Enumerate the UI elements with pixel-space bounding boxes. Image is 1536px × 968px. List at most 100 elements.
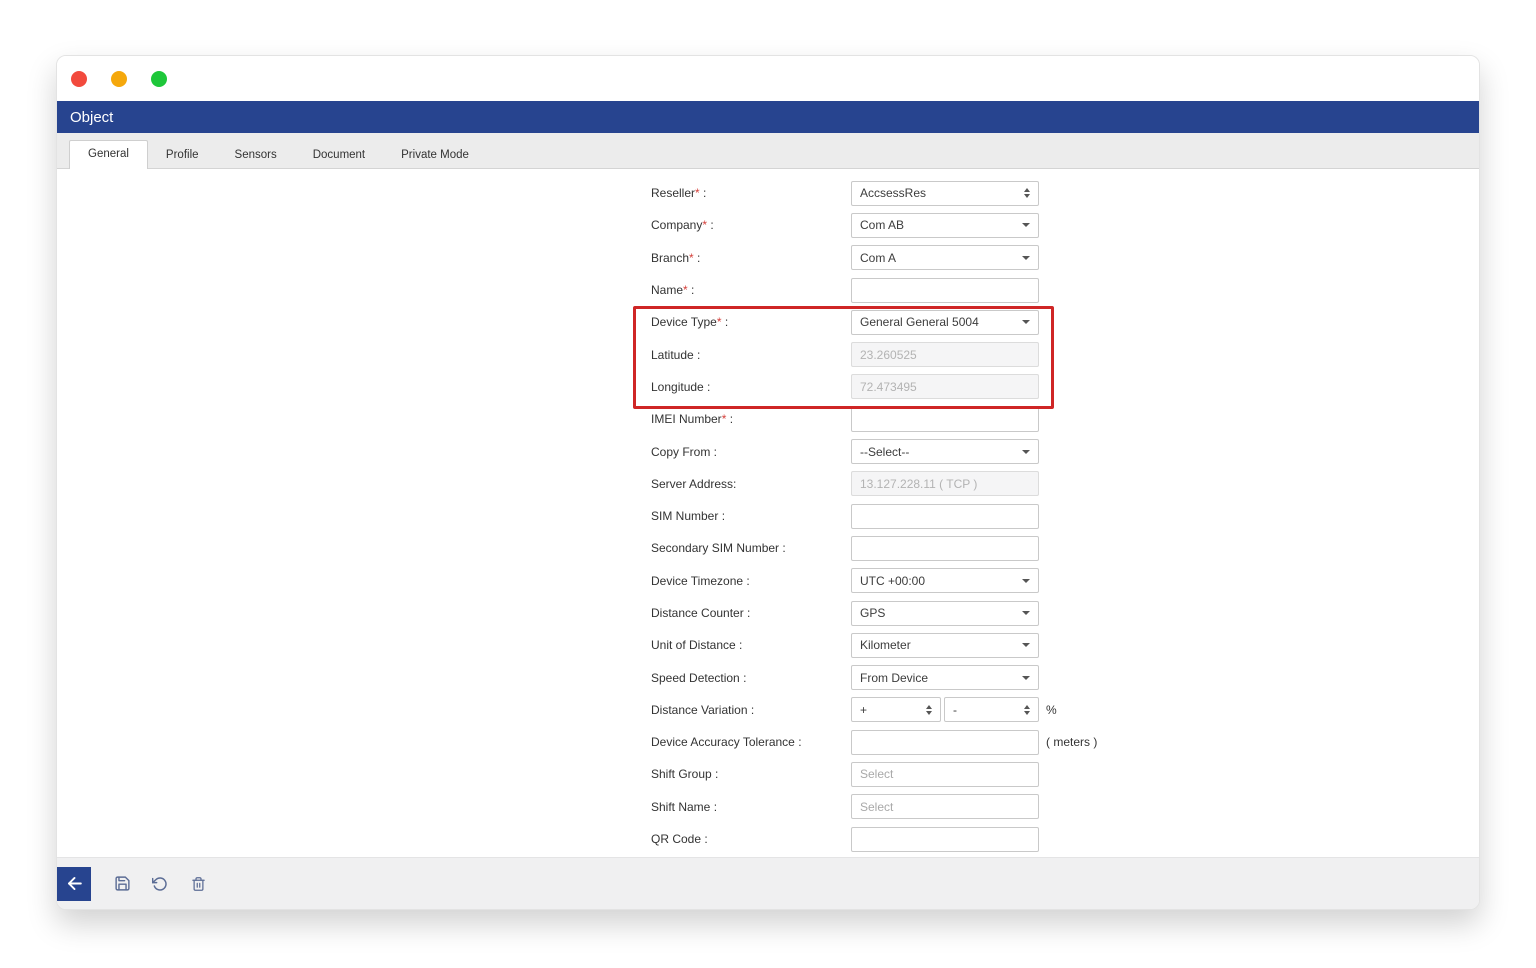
field-suffix: %	[1046, 702, 1057, 717]
field-label: SIM Number :	[651, 509, 726, 524]
mac-titlebar	[57, 56, 1479, 101]
field-label: Distance Counter :	[651, 606, 751, 620]
form-row-shift-name: Shift Name :	[651, 791, 1097, 823]
stepper-icon	[1024, 704, 1030, 716]
trash-icon	[191, 876, 205, 891]
qr-code-input[interactable]	[851, 826, 1039, 852]
toolbar-icons	[103, 875, 217, 892]
form-row-secondary-sim-number: Secondary SIM Number :	[651, 532, 1097, 564]
form-row-qr-code: QR Code :	[651, 823, 1097, 855]
field-label: Device Accuracy Tolerance :	[651, 735, 802, 750]
delete-button[interactable]	[179, 876, 217, 892]
stepper-icon	[1024, 187, 1030, 199]
refresh-icon	[152, 876, 167, 891]
caret-down-icon	[1022, 223, 1030, 228]
tab-sensors[interactable]: Sensors	[217, 142, 295, 168]
sim-number-input[interactable]	[851, 503, 1039, 529]
form-row-longitude: Longitude :	[651, 371, 1097, 403]
field-label: Shift Name :	[651, 799, 718, 814]
form-row-distance-counter: Distance Counter : GPS	[651, 597, 1097, 629]
field-label: Server Address:	[651, 476, 737, 491]
form-row-distance-variation: Distance Variation : + -%	[651, 694, 1097, 726]
caret-down-icon	[1022, 449, 1030, 454]
distance-counter-select[interactable]: GPS	[851, 600, 1039, 626]
branch-select[interactable]: Com A	[851, 245, 1039, 271]
save-button[interactable]	[103, 875, 141, 892]
save-icon	[114, 876, 130, 891]
unit-of-distance-select[interactable]: Kilometer	[851, 632, 1039, 658]
company-select[interactable]: Com AB	[851, 212, 1039, 238]
field-label: Device Type* :	[651, 315, 729, 330]
shift-group-input[interactable]	[851, 761, 1039, 787]
form-row-copy-from: Copy From : --Select--	[651, 435, 1097, 467]
back-arrow-icon	[67, 877, 82, 890]
zoom-window-icon[interactable]	[151, 70, 167, 87]
reseller-select[interactable]: AccsessRes	[851, 180, 1039, 206]
secondary-sim-number-input[interactable]	[851, 535, 1039, 561]
bottom-toolbar	[57, 857, 1479, 909]
field-label: QR Code :	[651, 832, 708, 847]
form-row-speed-detection: Speed Detection : From Device	[651, 661, 1097, 693]
form-row-latitude: Latitude :	[651, 338, 1097, 370]
distance-variation-select-1[interactable]: +	[851, 697, 941, 723]
field-label: Longitude :	[651, 379, 711, 394]
longitude-input	[851, 374, 1039, 400]
copy-from-select[interactable]: --Select--	[851, 439, 1039, 465]
form-row-device-timezone: Device Timezone : UTC +00:00	[651, 565, 1097, 597]
field-label: Branch* :	[651, 250, 701, 265]
object-general-form: Reseller* : AccsessRes Company* : Com AB Bra…	[651, 177, 1097, 855]
minimize-window-icon[interactable]	[111, 70, 127, 87]
back-button[interactable]	[57, 866, 91, 901]
form-row-shift-group: Shift Group :	[651, 758, 1097, 790]
field-label: Latitude :	[651, 347, 701, 362]
field-suffix: ( meters )	[1046, 735, 1098, 750]
field-label: Device Timezone :	[651, 573, 750, 588]
refresh-button[interactable]	[141, 876, 179, 892]
form-row-unit-of-distance: Unit of Distance : Kilometer	[651, 629, 1097, 661]
speed-detection-select[interactable]: From Device	[851, 665, 1039, 691]
caret-down-icon	[1022, 675, 1030, 680]
caret-down-icon	[1022, 255, 1030, 260]
imei-number-input[interactable]	[851, 406, 1039, 432]
field-label: Reseller* :	[651, 186, 707, 201]
tab-bar: General Profile Sensors Document Private Mod…	[57, 133, 1479, 169]
shift-name-input[interactable]	[851, 794, 1039, 820]
field-label: Distance Variation :	[651, 702, 755, 717]
form-row-device-accuracy-tolerance: Device Accuracy Tolerance : ( meters )	[651, 726, 1097, 758]
field-label: Speed Detection :	[651, 670, 747, 685]
field-label: Shift Group :	[651, 767, 719, 782]
stepper-icon	[926, 704, 932, 716]
server-address-input	[851, 471, 1039, 497]
field-label: Name* :	[651, 283, 695, 298]
device-accuracy-tolerance-input[interactable]	[851, 729, 1039, 755]
field-label: IMEI Number* :	[651, 412, 734, 427]
tab-document[interactable]: Document	[295, 142, 383, 168]
form-row-device-type: Device Type* : General General 5004	[651, 306, 1097, 338]
tab-general[interactable]: General	[69, 140, 148, 169]
tab-profile[interactable]: Profile	[148, 142, 217, 168]
form-row-sim-number: SIM Number :	[651, 500, 1097, 532]
field-label: Secondary SIM Number :	[651, 541, 786, 556]
caret-down-icon	[1022, 611, 1030, 615]
close-window-icon[interactable]	[71, 70, 87, 87]
device-type-select[interactable]: General General 5004	[851, 309, 1039, 335]
form-row-company: Company* : Com AB	[651, 209, 1097, 241]
latitude-input	[851, 342, 1039, 368]
device-timezone-select[interactable]: UTC +00:00	[851, 568, 1039, 594]
app-window: Object General Profile Sensors Document Priv…	[56, 55, 1480, 910]
page-title: Object	[70, 108, 114, 126]
form-row-imei-number: IMEI Number* :	[651, 403, 1097, 435]
caret-down-icon	[1022, 643, 1030, 648]
form-row-server-address: Server Address:	[651, 468, 1097, 500]
form-row-branch: Branch* : Com A	[651, 242, 1097, 274]
name-input[interactable]	[851, 277, 1039, 303]
caret-down-icon	[1022, 578, 1030, 583]
field-label: Unit of Distance :	[651, 638, 743, 653]
app-header: Object	[57, 101, 1479, 133]
form-row-reseller: Reseller* : AccsessRes	[651, 177, 1097, 209]
distance-variation-select-2[interactable]: -	[944, 697, 1039, 723]
tab-private-mode[interactable]: Private Mode	[383, 142, 487, 168]
form-row-name: Name* :	[651, 274, 1097, 306]
field-label: Company* :	[651, 218, 714, 233]
caret-down-icon	[1022, 320, 1030, 325]
